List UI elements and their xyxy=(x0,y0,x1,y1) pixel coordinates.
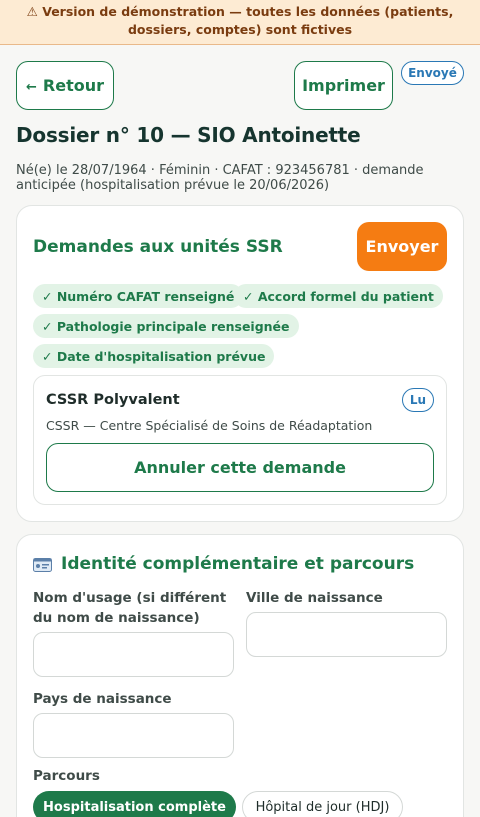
toolbar: ← Retour Imprimer Envoyé xyxy=(16,61,464,111)
birth-country-label: Pays de naissance xyxy=(33,691,172,707)
identity-title: Identité complémentaire et parcours xyxy=(61,554,415,574)
pathway-option-day-hospital[interactable]: Hôpital de jour (HDJ) xyxy=(242,791,403,817)
patient-meta: Né(e) le 28/07/1964 · Féminin · CAFAT : … xyxy=(16,163,424,193)
back-button-label: Retour xyxy=(42,76,104,95)
id-card-icon xyxy=(33,557,52,572)
unit-name: CSSR Polyvalent xyxy=(46,392,180,408)
birth-city-label: Ville de naissance xyxy=(246,590,383,606)
demo-warning-text: ⚠ Version de démonstration — toutes les … xyxy=(26,4,454,37)
read-status-label: Lu xyxy=(409,393,427,407)
demo-warning-banner: ⚠ Version de démonstration — toutes les … xyxy=(0,0,480,45)
arrow-left-icon: ← xyxy=(26,79,37,95)
usage-name-input[interactable] xyxy=(33,632,234,677)
identity-card: Identité complémentaire et parcours Nom … xyxy=(16,534,464,817)
usage-name-label: Nom d'usage (si différent du nom de nais… xyxy=(33,590,227,626)
cancel-request-label: Annuler cette demande xyxy=(134,458,346,477)
send-button[interactable]: Envoyer xyxy=(357,222,447,271)
pathway-option-full-hospitalisation[interactable]: Hospitalisation complète xyxy=(33,791,236,817)
back-button[interactable]: ← Retour xyxy=(16,61,114,110)
cancel-request-button[interactable]: Annuler cette demande xyxy=(46,443,434,492)
ssr-requests-title: Demandes aux unités SSR xyxy=(33,237,283,257)
unit-request-card: CSSR Polyvalent Lu CSSR — Centre Spécial… xyxy=(33,375,447,505)
check-patient-consent: ✓ Accord formel du patient xyxy=(234,284,443,308)
status-badge: Envoyé xyxy=(401,61,464,85)
identity-title-row: Identité complémentaire et parcours xyxy=(33,554,414,574)
read-status-badge: Lu xyxy=(402,388,434,412)
birth-country-input[interactable] xyxy=(33,713,234,758)
check-pathology: ✓ Pathologie principale renseignée xyxy=(33,314,299,338)
check-cafat: ✓ Numéro CAFAT renseigné xyxy=(33,284,244,308)
print-button-label: Imprimer xyxy=(302,76,385,95)
birth-city-input[interactable] xyxy=(246,612,447,657)
status-badge-label: Envoyé xyxy=(408,66,457,80)
check-hospitalisation-date: ✓ Date d'hospitalisation prévue xyxy=(33,344,275,368)
print-button[interactable]: Imprimer xyxy=(294,61,393,110)
page-title: Dossier n° 10 — SIO Antoinette xyxy=(16,123,361,147)
ssr-requests-card: Demandes aux unités SSR Envoyer ✓ Numéro… xyxy=(16,205,464,522)
pathway-label: Parcours xyxy=(33,768,100,784)
send-button-label: Envoyer xyxy=(365,237,439,256)
unit-description: CSSR — Centre Spécialisé de Soins de Réa… xyxy=(46,418,373,433)
